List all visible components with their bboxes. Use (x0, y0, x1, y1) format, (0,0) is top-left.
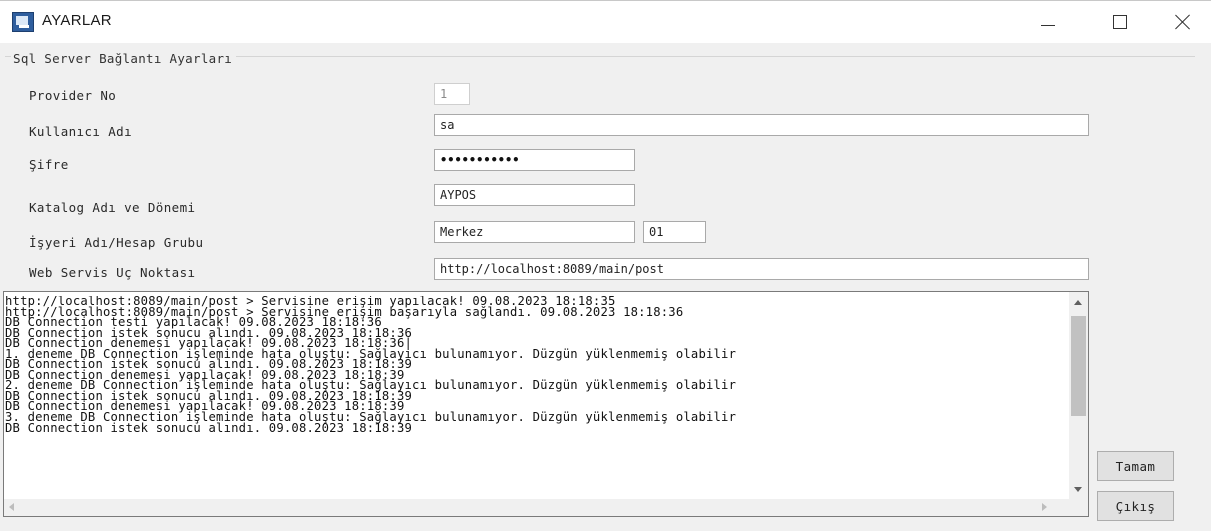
group-legend: Sql Server Bağlantı Ayarları (11, 51, 237, 66)
password-label: Şifre (29, 157, 69, 172)
webservice-label: Web Servis Uç Noktası (29, 265, 196, 280)
scroll-down-icon[interactable] (1074, 487, 1082, 492)
window-title: AYARLAR (42, 12, 112, 29)
app-icon (12, 12, 34, 32)
catalog-label: Katalog Adı ve Dönemi (29, 200, 196, 215)
webservice-endpoint-field[interactable]: http://localhost:8089/main/post (434, 258, 1089, 280)
sql-settings-group (5, 56, 1195, 289)
scroll-right-icon[interactable] (1042, 503, 1047, 511)
log-lines: http://localhost:8089/main/post > Servis… (5, 296, 1065, 498)
maximize-button[interactable] (1092, 1, 1148, 43)
maximize-icon (1113, 15, 1127, 29)
minimize-icon (1041, 24, 1055, 26)
scroll-up-icon[interactable] (1074, 300, 1082, 305)
account-group-field[interactable]: 01 (643, 221, 706, 243)
close-button[interactable] (1155, 1, 1211, 43)
vertical-scroll-thumb[interactable] (1071, 316, 1086, 416)
settings-window: AYARLAR Sql Server Bağlantı Ayarları Pro… (0, 0, 1211, 531)
scrollbar-corner (1069, 499, 1088, 516)
exit-button[interactable]: Çıkış (1097, 491, 1174, 521)
workplace-field[interactable]: Merkez (434, 221, 635, 243)
provider-no-field[interactable]: 1 (434, 83, 470, 105)
close-icon (1175, 14, 1191, 30)
minimize-button[interactable] (1020, 1, 1076, 43)
password-field[interactable]: ••••••••••• (434, 149, 635, 171)
workplace-label: İşyeri Adı/Hesap Grubu (29, 235, 204, 250)
vertical-scrollbar[interactable] (1069, 292, 1088, 499)
username-label: Kullanıcı Adı (29, 124, 133, 139)
log-textarea[interactable]: http://localhost:8089/main/post > Servis… (3, 291, 1089, 517)
scroll-left-icon[interactable] (9, 503, 14, 511)
provider-no-label: Provider No (29, 88, 117, 103)
catalog-field[interactable]: AYPOS (434, 184, 635, 206)
horizontal-scrollbar[interactable] (4, 499, 1071, 516)
title-bar[interactable]: AYARLAR (0, 1, 1211, 43)
ok-button[interactable]: Tamam (1097, 451, 1174, 481)
log-line: DB Connection istek sonucu alındı. 09.08… (5, 420, 413, 435)
username-field[interactable]: sa (434, 114, 1089, 136)
